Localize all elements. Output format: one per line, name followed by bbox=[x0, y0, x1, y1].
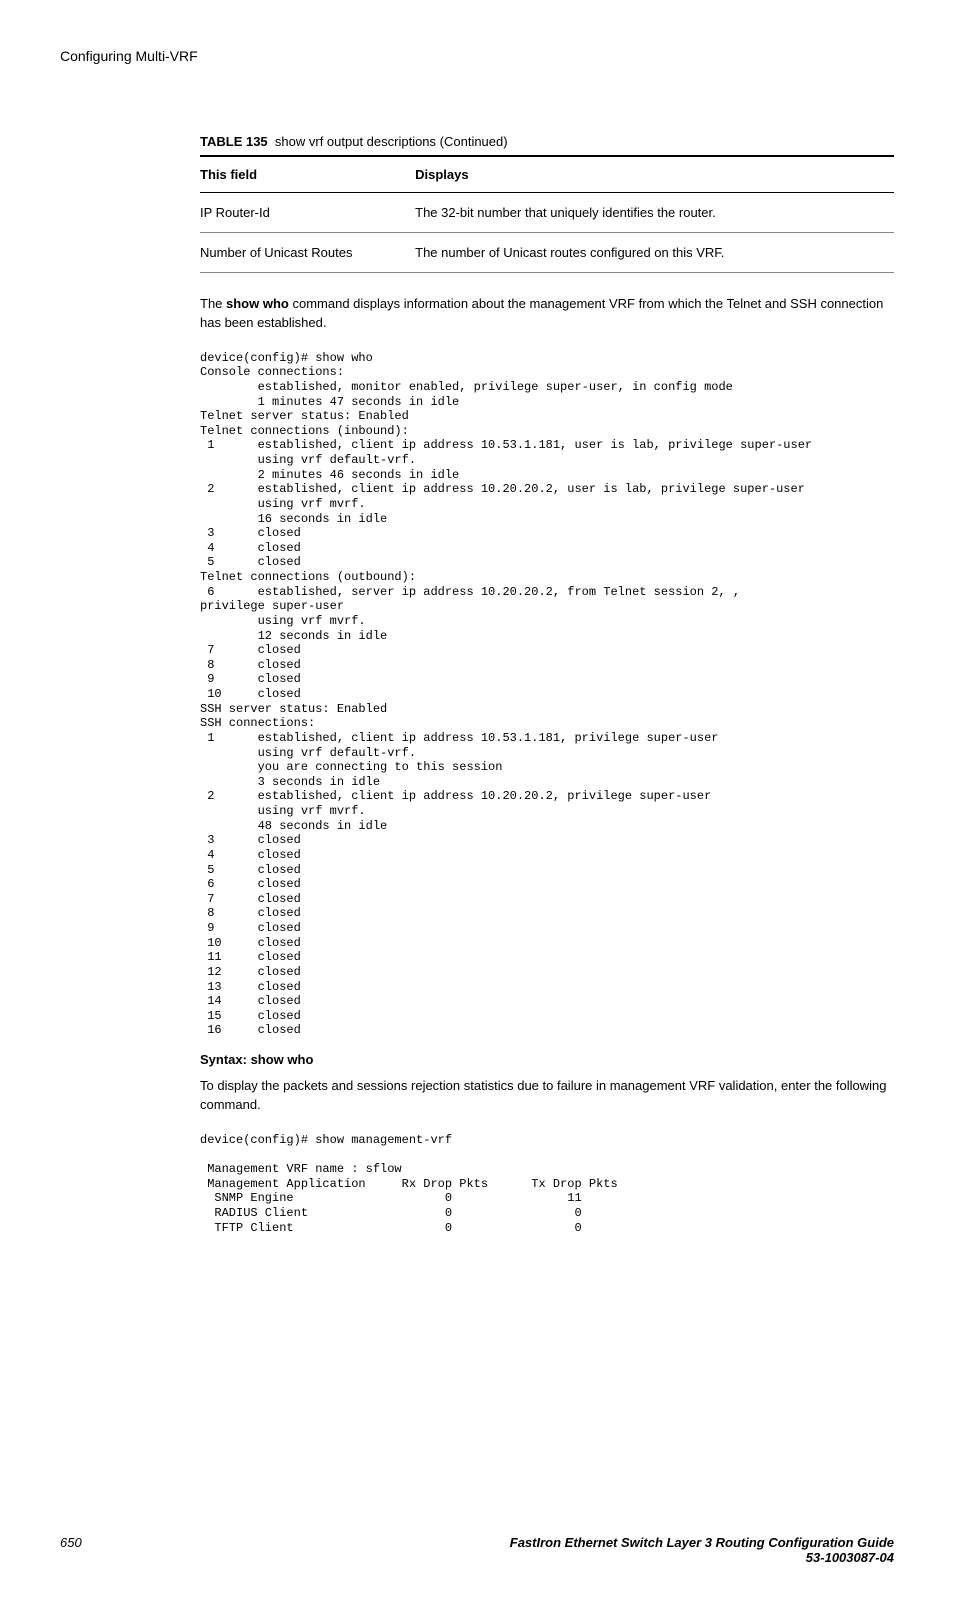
cell-displays: The 32-bit number that uniquely identifi… bbox=[415, 193, 894, 233]
para1-pre: The bbox=[200, 296, 226, 311]
page-footer: 650 FastIron Ethernet Switch Layer 3 Rou… bbox=[60, 1535, 894, 1565]
footer-doc-number: 53-1003087-04 bbox=[510, 1550, 894, 1565]
table-header-field: This field bbox=[200, 156, 415, 193]
table-caption-label: TABLE 135 bbox=[200, 134, 268, 149]
console-output-management-vrf: device(config)# show management-vrf Mana… bbox=[200, 1133, 894, 1235]
para1-bold: show who bbox=[226, 296, 289, 311]
page-header-title: Configuring Multi-VRF bbox=[60, 48, 894, 64]
page-number: 650 bbox=[60, 1535, 82, 1565]
cell-field: Number of Unicast Routes bbox=[200, 233, 415, 273]
footer-book-title: FastIron Ethernet Switch Layer 3 Routing… bbox=[510, 1535, 894, 1550]
table-caption: TABLE 135 show vrf output descriptions (… bbox=[200, 134, 894, 149]
cell-field: IP Router-Id bbox=[200, 193, 415, 233]
paragraph-show-who: The show who command displays informatio… bbox=[200, 295, 894, 333]
cell-displays: The number of Unicast routes configured … bbox=[415, 233, 894, 273]
paragraph-management-vrf: To display the packets and sessions reje… bbox=[200, 1077, 894, 1115]
syntax-show-who: Syntax: show who bbox=[200, 1052, 894, 1067]
para1-post: command displays information about the m… bbox=[200, 296, 883, 330]
table-header-displays: Displays bbox=[415, 156, 894, 193]
main-content: TABLE 135 show vrf output descriptions (… bbox=[200, 134, 894, 1235]
console-output-show-who: device(config)# show who Console connect… bbox=[200, 351, 894, 1038]
table-row: Number of Unicast Routes The number of U… bbox=[200, 233, 894, 273]
output-descriptions-table: This field Displays IP Router-Id The 32-… bbox=[200, 155, 894, 273]
table-row: IP Router-Id The 32-bit number that uniq… bbox=[200, 193, 894, 233]
table-caption-text: show vrf output descriptions (Continued) bbox=[275, 134, 508, 149]
